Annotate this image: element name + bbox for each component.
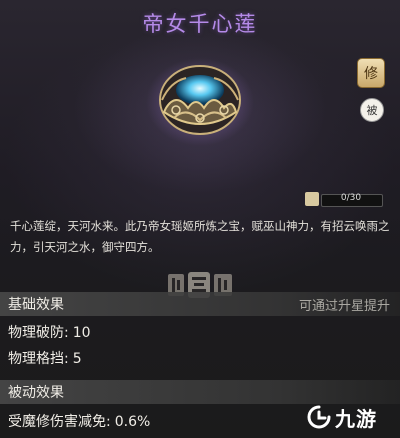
stat-label: 受魔修伤害减免: xyxy=(8,414,111,430)
nine-game-logo-icon xyxy=(307,405,331,429)
stat-row: 物理格挡: 5 xyxy=(8,348,82,368)
item-description: 千心莲绽，天河水来。此乃帝女瑶姬所炼之宝，赋巫山神力，有招云唤雨之力，引天河之水… xyxy=(10,219,390,254)
fragment-progress: 0/30 xyxy=(305,192,383,208)
item-detail-panel: 帝女千心莲 修 被 0/30 千心莲绽，天河水来。此乃帝女瑶姬所炼之宝，赋巫山神… xyxy=(0,0,400,438)
stat-label: 物理格挡: xyxy=(8,351,69,367)
stat-value: 10 xyxy=(72,325,91,341)
basic-effects-header: 基础效果 可通过升星提升 xyxy=(0,292,400,316)
puzzle-piece-icon xyxy=(305,192,319,206)
upgrade-tab-button[interactable]: 修 xyxy=(357,58,385,88)
site-watermark: 九游 xyxy=(306,402,377,432)
stat-value: 0.6% xyxy=(114,414,151,430)
passive-effects-title: 被动效果 xyxy=(8,385,64,401)
stat-row: 受魔修伤害减免: 0.6% xyxy=(8,411,150,431)
upgrade-star-hint: 可通过升星提升 xyxy=(298,299,390,314)
progress-text: 0/30 xyxy=(340,193,362,203)
upgrade-tab-label: 修 xyxy=(364,66,378,82)
passive-tab-button[interactable]: 被 xyxy=(360,98,384,122)
lotus-artifact-icon xyxy=(146,58,254,146)
stat-label: 物理破防: xyxy=(8,325,69,341)
passive-effects-header: 被动效果 xyxy=(0,380,400,404)
basic-effects-title: 基础效果 xyxy=(8,297,64,313)
passive-tab-label: 被 xyxy=(366,104,378,117)
stat-value: 5 xyxy=(72,351,82,367)
item-name: 帝女千心莲 xyxy=(142,12,258,36)
watermark-text: 九游 xyxy=(335,406,377,431)
stat-row: 物理破防: 10 xyxy=(8,322,91,342)
